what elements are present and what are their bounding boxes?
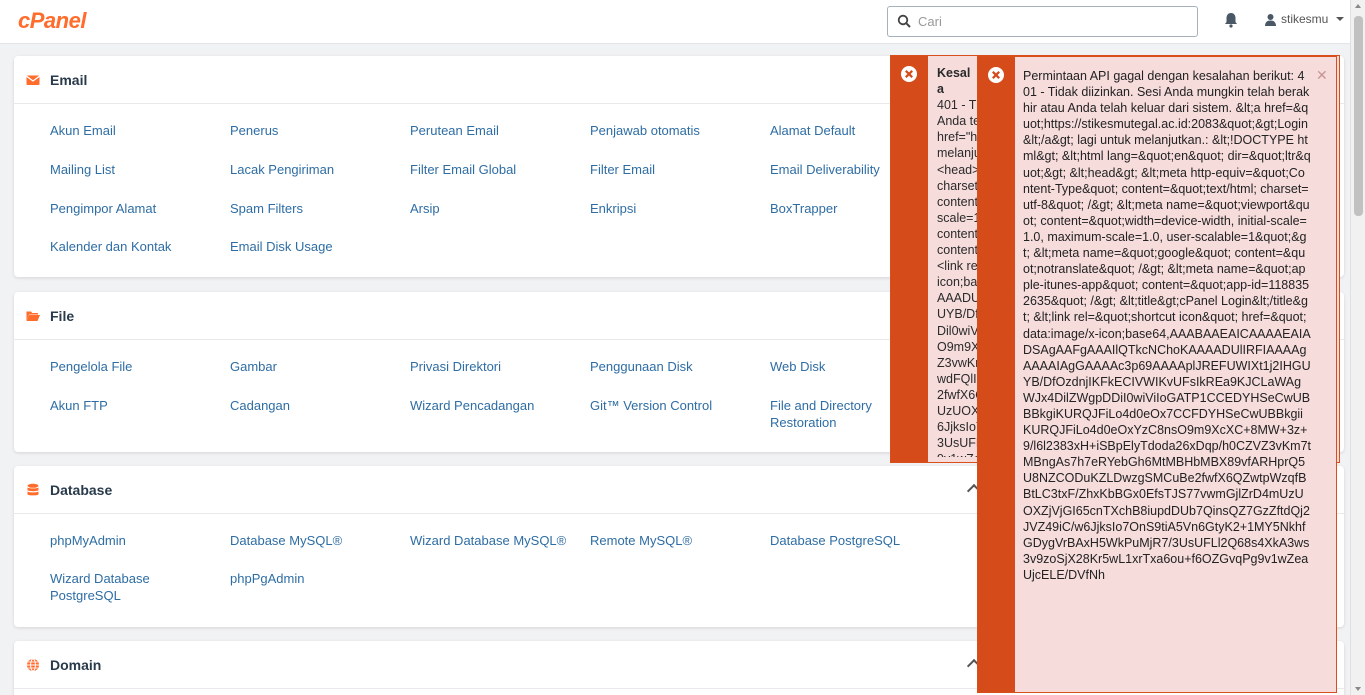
link-database-mysql[interactable]: Database MySQL® [230,533,400,550]
toast-back-line: Anda telah k [937,114,977,129]
toast-back-title: Kesala [937,66,971,97]
link-akun-ftp[interactable]: Akun FTP [50,398,220,415]
toast-back-line: content="n [937,226,977,241]
scroll-down-arrow-icon[interactable] [1355,687,1361,691]
link-enkripsi[interactable]: Enkripsi [590,201,760,218]
username-label: stikesmu [1281,12,1329,26]
toast-back-line: <head> <me [937,162,977,177]
toast-back-line: UYB/DfOzdnj [937,307,977,322]
link-wizard-pencadangan[interactable]: Wizard Pencadangan [410,398,580,415]
error-circle-icon [901,66,917,82]
link-privasi-direktori[interactable]: Privasi Direktori [410,359,580,376]
page-scrollbar[interactable] [1350,0,1365,695]
link-akun-email[interactable]: Akun Email [50,123,220,140]
link-mailing-list[interactable]: Mailing List [50,162,220,179]
notification-bell-icon[interactable] [1222,11,1240,29]
link-phpmyadmin[interactable]: phpMyAdmin [50,533,220,550]
toast-back-line: O9m9XcXC+ [937,339,977,354]
toast-back-line: Dil0wiViIoG [937,323,977,338]
link-penerus[interactable]: Penerus [230,123,400,140]
link-git-version-control[interactable]: Git™ Version Control [590,398,760,415]
toast-back-line: href="https [937,130,977,145]
top-bar: cPanel stikesmu [0,0,1350,44]
globe-icon [27,658,39,672]
user-menu[interactable]: stikesmu [1264,12,1345,26]
panel-title: Database [50,482,113,498]
toast-back-line: icon;base6 [937,275,977,290]
search-box[interactable] [887,6,1198,37]
toast-back-line: 9v1wZeaUjc [937,451,977,457]
link-perutean-email[interactable]: Perutean Email [410,123,580,140]
toast-error-bar [978,57,1015,692]
toast-back-line: UzUOXZjVjG [937,403,977,418]
toast-back-line: wdFQlIOZCV [937,371,977,386]
scroll-up-arrow-icon[interactable] [1355,4,1361,8]
link-filter-email-global[interactable]: Filter Email Global [410,162,580,179]
link-spam-filters[interactable]: Spam Filters [230,201,400,218]
link-database-postgresql[interactable]: Database PostgreSQL [770,533,940,550]
link-pengelola-file[interactable]: Pengelola File [50,359,220,376]
link-file-directory-restoration[interactable]: File and Directory Restoration [770,398,900,431]
link-gambar[interactable]: Gambar [230,359,400,376]
toast-back-line: content="wi [937,194,977,209]
user-icon [1265,13,1276,26]
toast-message: Permintaan API gagal dengan kesalahan be… [1023,69,1312,582]
link-penggunaan-disk[interactable]: Penggunaan Disk [590,359,760,376]
scrollbar-thumb[interactable] [1354,16,1363,216]
link-pengimpor-alamat[interactable]: Pengimpor Alamat [50,201,220,218]
envelope-icon [26,75,40,85]
folder-open-icon [26,311,40,321]
toast-error-bar [891,56,928,462]
toast-back-line: 401 - T [937,98,977,113]
error-toast: Permintaan API gagal dengan kesalahan be… [977,56,1337,693]
toast-back-line: AAADUlIRFI [937,291,977,306]
toast-back-line: scale=1.0, us [937,210,977,225]
panel-title: File [50,308,75,324]
link-penjawab-otomatis[interactable]: Penjawab otomatis [590,123,760,140]
toast-back-line: Z3vwKm7t [937,355,977,370]
link-filter-email[interactable]: Filter Email [590,162,760,179]
panel-title: Email [50,72,88,88]
link-kalender-kontak[interactable]: Kalender dan Kontak [50,239,220,256]
link-email-disk-usage[interactable]: Email Disk Usage [230,239,400,256]
toast-back-line: charset=utf [937,178,977,193]
toast-back-line: content="ap [937,243,977,258]
database-icon [27,483,39,496]
close-icon[interactable]: ✕ [1316,67,1328,84]
toast-back-lines: 401 - TAnda telah khref="httpsmelanjutka… [937,97,977,457]
link-wizard-database-mysql[interactable]: Wizard Database MySQL® [410,533,580,550]
link-arsip[interactable]: Arsip [410,201,580,218]
link-remote-mysql[interactable]: Remote MySQL® [590,533,760,550]
toast-back-line: 6JjksIo7OnS [937,420,977,435]
chevron-down-icon [1336,17,1345,21]
cpanel-logo[interactable]: cPanel [18,8,86,34]
toast-back-line: <link rel="sh [937,259,977,274]
link-phppgadmin[interactable]: phpPgAdmin [230,571,400,588]
link-lacak-pengiriman[interactable]: Lacak Pengiriman [230,162,400,179]
link-cadangan[interactable]: Cadangan [230,398,400,415]
toast-back-line: melanjutkan [937,146,977,161]
toast-back-text: Kesala 401 - TAnda telah khref="httpsmel… [937,65,977,457]
search-input[interactable] [918,11,1188,32]
toast-back-line: 3UsUFLl2Q6 [937,436,977,451]
toast-back-line: 2fwfX6QZwtp [937,387,977,402]
panel-title: Domain [50,657,102,673]
search-icon [897,14,911,28]
link-wizard-database-postgresql[interactable]: Wizard Database PostgreSQL [50,571,170,604]
error-circle-icon [988,67,1004,83]
